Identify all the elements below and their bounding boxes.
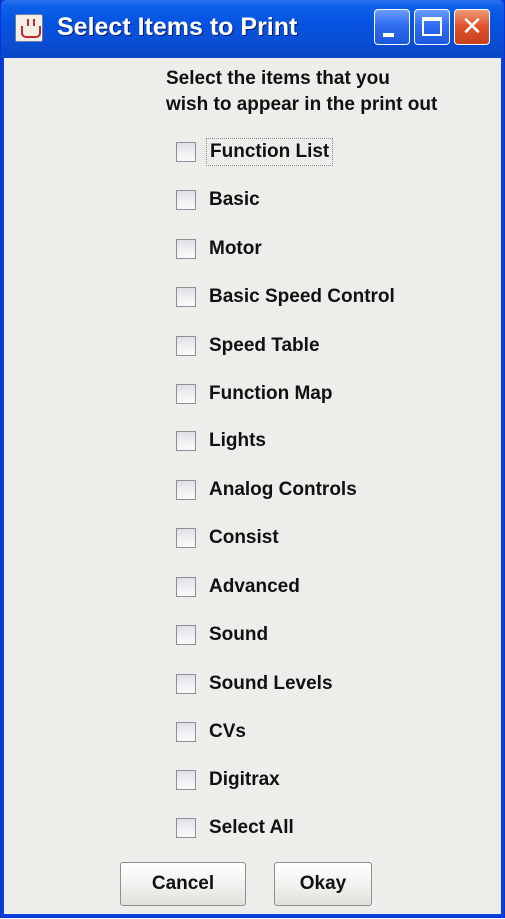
title-bar[interactable]: Select Items to Print ✕ [1, 0, 504, 58]
instructions-line-1: Select the items that you [166, 68, 390, 89]
checkbox-box[interactable] [176, 384, 196, 404]
minimize-icon [383, 33, 394, 37]
close-button[interactable]: ✕ [454, 9, 490, 45]
maximize-button[interactable] [414, 9, 450, 45]
java-cup-icon [15, 14, 43, 42]
checkbox-box[interactable] [176, 190, 196, 210]
checkbox-label[interactable]: Digitrax [206, 766, 283, 794]
checkbox-box[interactable] [176, 336, 196, 356]
instructions-line-2: wish to appear in the print out [166, 94, 438, 115]
checkbox-box[interactable] [176, 577, 196, 597]
checkbox-label[interactable]: Consist [206, 524, 282, 552]
checkbox-label[interactable]: Sound [206, 621, 271, 649]
checkbox-label[interactable]: CVs [206, 718, 249, 746]
checkbox-label[interactable]: Function List [206, 138, 334, 166]
instructions-text: Select the items that you wish to appear… [166, 66, 505, 118]
window-title: Select Items to Print [57, 13, 298, 41]
checkbox-box[interactable] [176, 480, 196, 500]
checkbox-box[interactable] [176, 770, 196, 790]
checkbox-label[interactable]: Speed Table [206, 332, 323, 360]
checkbox-box[interactable] [176, 818, 196, 838]
checkbox-box[interactable] [176, 528, 196, 548]
checkbox-label[interactable]: Motor [206, 235, 265, 263]
checkbox-box[interactable] [176, 287, 196, 307]
checkbox-label[interactable]: Advanced [206, 573, 303, 601]
dialog-window: Select Items to Print ✕ Select the items… [0, 0, 505, 918]
checkbox-label[interactable]: Basic [206, 186, 263, 214]
checkbox-label[interactable]: Lights [206, 427, 269, 455]
cancel-button[interactable]: Cancel [120, 862, 246, 906]
checkbox-box[interactable] [176, 142, 196, 162]
checkbox-label[interactable]: Analog Controls [206, 476, 360, 504]
minimize-button[interactable] [374, 9, 410, 45]
dialog-content: Select the items that you wish to appear… [4, 58, 501, 914]
checkbox-label[interactable]: Select All [206, 814, 297, 842]
checkbox-label[interactable]: Function Map [206, 380, 335, 408]
checkbox-label[interactable]: Sound Levels [206, 670, 336, 698]
okay-button[interactable]: Okay [274, 862, 372, 906]
checkbox-label[interactable]: Basic Speed Control [206, 283, 398, 311]
checkbox-box[interactable] [176, 625, 196, 645]
checkbox-box[interactable] [176, 674, 196, 694]
checkbox-box[interactable] [176, 239, 196, 259]
maximize-icon [422, 17, 442, 36]
close-icon: ✕ [461, 12, 483, 42]
checkbox-box[interactable] [176, 722, 196, 742]
checkbox-box[interactable] [176, 431, 196, 451]
